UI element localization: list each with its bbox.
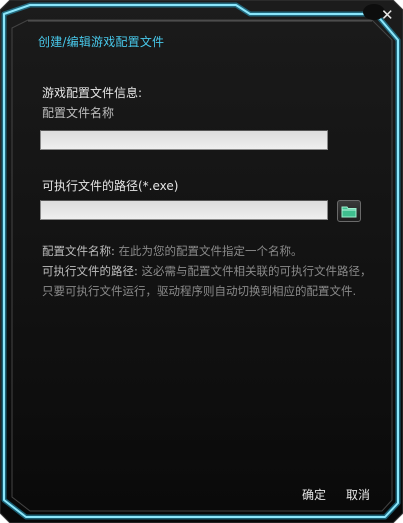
exe-path-label: 可执行文件的路径(*.exe): [42, 179, 179, 193]
profile-name-input[interactable]: [40, 130, 328, 150]
dialog-title: 创建/编辑游戏配置文件: [38, 35, 165, 49]
cancel-button[interactable]: 取消: [346, 486, 370, 503]
folder-icon: [341, 206, 357, 218]
help-text: 配置文件名称: 在此为您的配置文件指定一个名称。 可执行文件的路径: 这必需与配…: [42, 241, 377, 301]
close-button[interactable]: ✕: [361, 4, 399, 34]
close-icon: ✕: [381, 6, 394, 24]
section-heading: 游戏配置文件信息:: [42, 86, 143, 100]
profile-name-label: 配置文件名称: [42, 106, 115, 120]
ok-button[interactable]: 确定: [302, 486, 326, 503]
help-path: 可执行文件的路径: 这必需与配置文件相关联的可执行文件路径，只要可执行文件运行，…: [42, 261, 377, 301]
help-path-key: 可执行文件的路径:: [42, 264, 138, 278]
help-name-key: 配置文件名称:: [42, 244, 115, 258]
profile-dialog: ✕ 创建/编辑游戏配置文件 游戏配置文件信息: 配置文件名称 可执行文件的路径(…: [0, 0, 403, 523]
help-name-text: 在此为您的配置文件指定一个名称。: [118, 244, 303, 258]
exe-path-input[interactable]: [40, 200, 328, 220]
help-name: 配置文件名称: 在此为您的配置文件指定一个名称。: [42, 241, 377, 261]
browse-button[interactable]: [337, 200, 361, 222]
